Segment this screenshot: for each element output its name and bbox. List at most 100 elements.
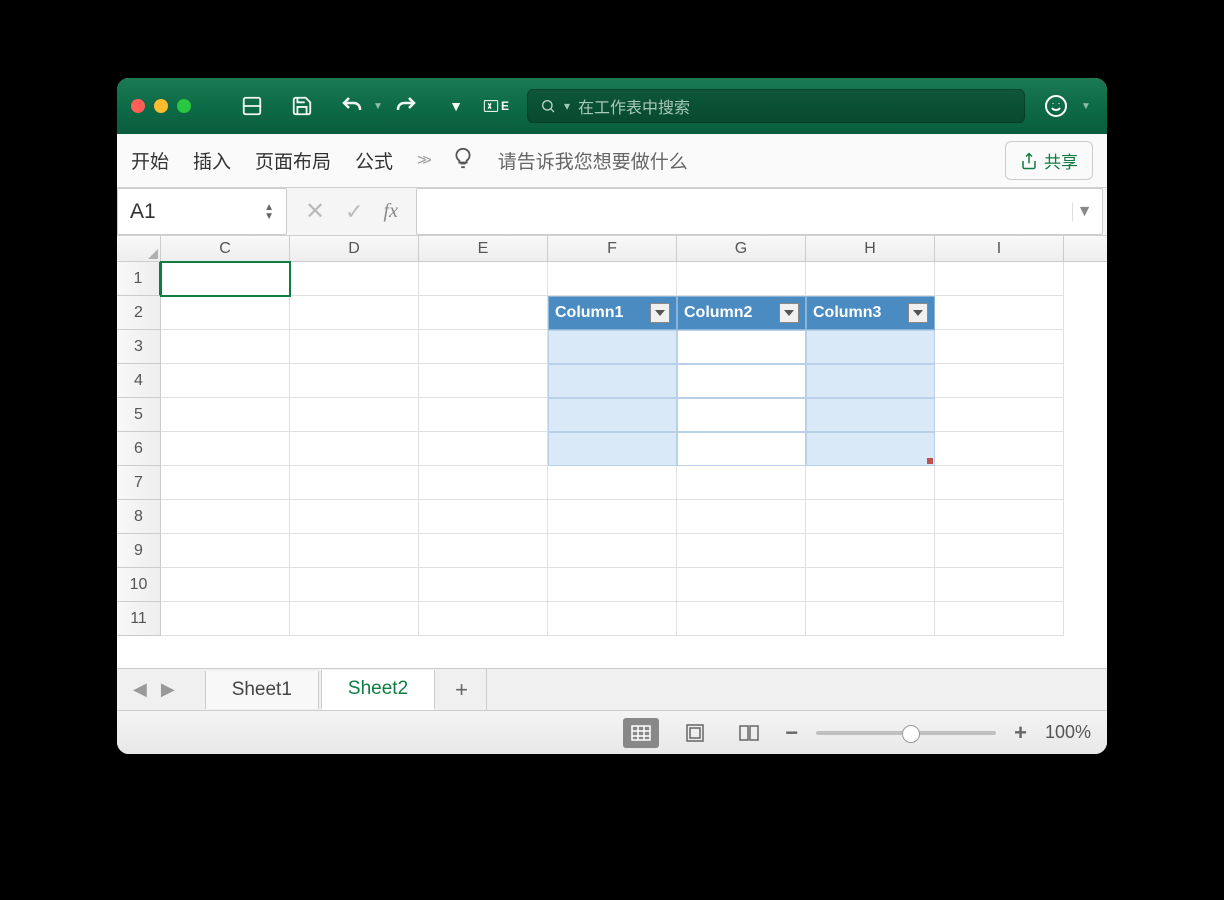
cell[interactable] [548, 534, 677, 568]
row-header[interactable]: 8 [117, 500, 161, 534]
view-pagelayout-icon[interactable] [677, 718, 713, 748]
row-header[interactable]: 6 [117, 432, 161, 466]
cell[interactable] [419, 500, 548, 534]
table-cell[interactable] [548, 432, 677, 466]
redo-icon[interactable] [393, 93, 419, 119]
table-cell[interactable] [548, 398, 677, 432]
tab-pagelayout[interactable]: 页面布局 [255, 147, 331, 174]
col-header[interactable]: D [290, 236, 419, 261]
table-cell[interactable] [806, 330, 935, 364]
save-icon[interactable] [289, 93, 315, 119]
filter-button[interactable] [908, 303, 928, 323]
cell[interactable] [806, 466, 935, 500]
row-header[interactable]: 9 [117, 534, 161, 568]
minimize-window-button[interactable] [154, 99, 168, 113]
sheet-tab[interactable]: Sheet1 [205, 671, 319, 709]
cell[interactable] [419, 296, 548, 330]
cell[interactable] [290, 330, 419, 364]
maximize-window-button[interactable] [177, 99, 191, 113]
select-all-corner[interactable] [117, 236, 161, 261]
cell[interactable] [806, 262, 935, 296]
cell[interactable] [935, 466, 1064, 500]
feedback-icon[interactable] [1043, 93, 1069, 119]
cell[interactable] [419, 432, 548, 466]
cell[interactable] [161, 500, 290, 534]
cell[interactable] [290, 432, 419, 466]
cell[interactable] [161, 466, 290, 500]
col-header[interactable]: I [935, 236, 1064, 261]
cell[interactable] [290, 534, 419, 568]
row-header[interactable]: 11 [117, 602, 161, 636]
table-cell[interactable] [677, 330, 806, 364]
cell[interactable] [419, 568, 548, 602]
cell[interactable] [935, 262, 1064, 296]
table-cell[interactable] [548, 364, 677, 398]
zoom-out-button[interactable]: − [785, 720, 798, 746]
sheet-tab-active[interactable]: Sheet2 [321, 670, 435, 710]
more-tabs-icon[interactable]: >> [417, 152, 428, 170]
cell[interactable] [548, 602, 677, 636]
close-window-button[interactable] [131, 99, 145, 113]
row-header[interactable]: 1 [117, 262, 161, 296]
table-header-cell[interactable]: Column3 [806, 296, 935, 330]
cell[interactable] [161, 568, 290, 602]
cell[interactable] [935, 602, 1064, 636]
undo-icon[interactable] [339, 93, 365, 119]
zoom-level[interactable]: 100% [1045, 722, 1091, 743]
accept-formula-icon[interactable]: ✓ [345, 199, 363, 225]
cell[interactable] [290, 466, 419, 500]
tab-insert[interactable]: 插入 [193, 147, 231, 174]
tab-home[interactable]: 开始 [131, 147, 169, 174]
cell[interactable] [161, 330, 290, 364]
table-cell[interactable] [677, 364, 806, 398]
cell[interactable] [935, 330, 1064, 364]
sheet-nav-prev[interactable]: ◀ [127, 679, 153, 700]
table-cell[interactable] [548, 330, 677, 364]
cell[interactable] [677, 262, 806, 296]
cell[interactable] [290, 296, 419, 330]
col-header[interactable]: G [677, 236, 806, 261]
view-normal-icon[interactable] [623, 718, 659, 748]
cell[interactable] [290, 602, 419, 636]
col-header[interactable]: E [419, 236, 548, 261]
table-cell[interactable] [806, 398, 935, 432]
cell[interactable] [290, 364, 419, 398]
cell[interactable] [806, 534, 935, 568]
cell[interactable] [935, 500, 1064, 534]
row-header[interactable]: 2 [117, 296, 161, 330]
row-header[interactable]: 10 [117, 568, 161, 602]
cell[interactable] [419, 262, 548, 296]
cell[interactable] [419, 602, 548, 636]
table-header-cell[interactable]: Column1 [548, 296, 677, 330]
cell[interactable] [806, 602, 935, 636]
cell[interactable] [677, 466, 806, 500]
cell[interactable] [290, 262, 419, 296]
cancel-formula-icon[interactable]: ✕ [305, 197, 325, 226]
cell[interactable] [935, 398, 1064, 432]
cell[interactable] [419, 466, 548, 500]
col-header[interactable]: F [548, 236, 677, 261]
cell[interactable] [161, 432, 290, 466]
view-pagebreak-icon[interactable] [731, 718, 767, 748]
cell[interactable] [935, 568, 1064, 602]
cell[interactable] [290, 568, 419, 602]
filter-button[interactable] [779, 303, 799, 323]
col-header[interactable]: C [161, 236, 290, 261]
cell[interactable] [548, 262, 677, 296]
cell[interactable] [806, 568, 935, 602]
zoom-slider[interactable] [816, 731, 996, 735]
cell[interactable] [935, 364, 1064, 398]
table-header-cell[interactable]: Column2 [677, 296, 806, 330]
cell[interactable] [290, 500, 419, 534]
cell[interactable] [677, 534, 806, 568]
cell[interactable] [935, 534, 1064, 568]
zoom-in-button[interactable]: + [1014, 720, 1027, 746]
table-cell[interactable] [806, 364, 935, 398]
tab-formulas[interactable]: 公式 [355, 147, 393, 174]
tell-me-input[interactable]: 请告诉我您想要做什么 [498, 147, 981, 174]
cell[interactable] [161, 602, 290, 636]
sheet-nav-next[interactable]: ▶ [155, 679, 181, 700]
table-cell[interactable] [677, 432, 806, 466]
share-button[interactable]: 共享 [1005, 141, 1093, 180]
cell[interactable] [419, 534, 548, 568]
